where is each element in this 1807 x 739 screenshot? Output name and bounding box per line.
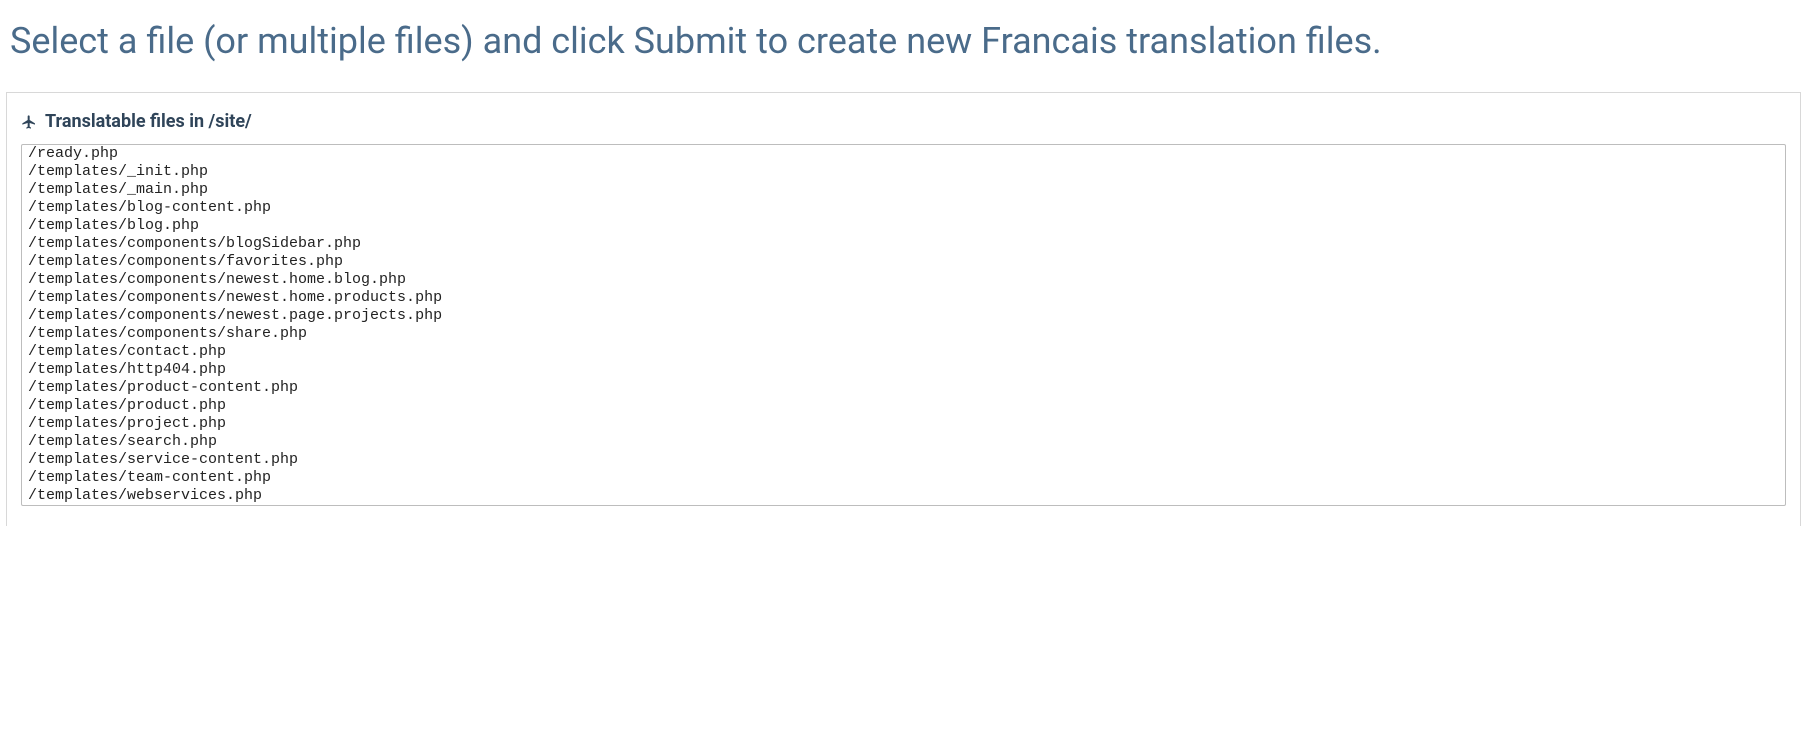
file-option[interactable]: /templates/components/newest.home.produc… [22,289,1785,307]
file-option[interactable]: /templates/components/share.php [22,325,1785,343]
panel-title: Translatable files in /site/ [45,111,252,132]
file-option[interactable]: /templates/webservices.php [22,487,1785,505]
file-option[interactable]: /ready.php [22,145,1785,163]
file-option[interactable]: /templates/blog-content.php [22,199,1785,217]
file-option[interactable]: /templates/search.php [22,433,1785,451]
file-option[interactable]: /templates/project.php [22,415,1785,433]
file-option[interactable]: /templates/service-content.php [22,451,1785,469]
file-option[interactable]: /templates/team-content.php [22,469,1785,487]
file-option[interactable]: /templates/product.php [22,397,1785,415]
airplane-icon [21,114,37,130]
file-option[interactable]: /templates/contact.php [22,343,1785,361]
translatable-files-panel: Translatable files in /site/ /ready.php/… [6,92,1801,526]
file-option[interactable]: /templates/blog.php [22,217,1785,235]
translatable-files-select[interactable]: /ready.php/templates/_init.php/templates… [21,144,1786,506]
file-option[interactable]: /templates/product-content.php [22,379,1785,397]
panel-header[interactable]: Translatable files in /site/ [7,111,1800,144]
page-instruction-heading: Select a file (or multiple files) and cl… [0,20,1807,92]
file-option[interactable]: /templates/http404.php [22,361,1785,379]
file-option[interactable]: /templates/_init.php [22,163,1785,181]
file-option[interactable]: /templates/components/newest.page.projec… [22,307,1785,325]
file-option[interactable]: /templates/components/newest.home.blog.p… [22,271,1785,289]
file-option[interactable]: /templates/components/favorites.php [22,253,1785,271]
file-option[interactable]: /templates/components/blogSidebar.php [22,235,1785,253]
file-option[interactable]: /templates/_main.php [22,181,1785,199]
